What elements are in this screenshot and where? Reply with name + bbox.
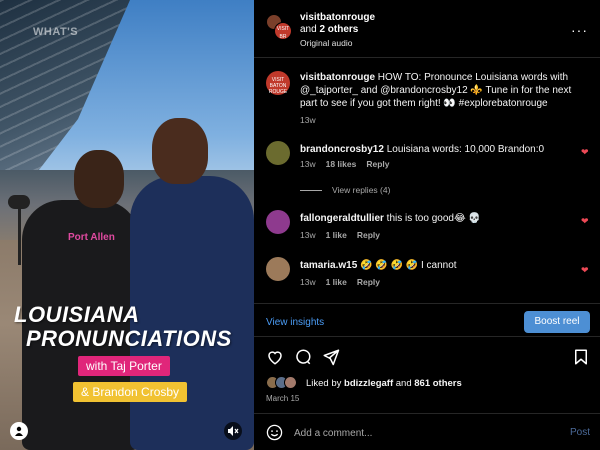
shirt-logo: Port Allen bbox=[68, 232, 115, 243]
caption-username[interactable]: visitbatonrouge bbox=[300, 72, 375, 83]
video-title: LOUISIANA PRONUNCIATIONS bbox=[14, 302, 232, 352]
comment-text: tamaria.w15 🤣 🤣 🤣 🤣 I cannot bbox=[300, 260, 570, 271]
post-button[interactable]: Post bbox=[570, 427, 590, 438]
original-audio-link[interactable]: Original audio bbox=[300, 38, 352, 48]
boost-reel-button[interactable]: Boost reel bbox=[524, 311, 590, 333]
avatar[interactable] bbox=[266, 141, 290, 165]
tagged-people-icon[interactable] bbox=[10, 422, 28, 440]
post-header: VISIT BR visitbatonrouge and 2 others Ori… bbox=[254, 0, 600, 58]
comment-username[interactable]: tamaria.w15 bbox=[300, 260, 357, 271]
avatar[interactable] bbox=[266, 210, 290, 234]
comment-time: 13w bbox=[300, 277, 316, 287]
collab-avatars[interactable]: VISIT BR bbox=[266, 14, 292, 40]
avatar[interactable] bbox=[266, 257, 290, 281]
mute-icon[interactable] bbox=[224, 422, 242, 440]
comment-heart-icon[interactable]: ❤ bbox=[581, 147, 590, 157]
reply-button[interactable]: Reply bbox=[357, 277, 380, 287]
reel-viewer: Port Allen WHAT'S LOUISIANA PRONUNCIATIO… bbox=[0, 0, 600, 450]
view-replies-button[interactable]: View replies (4) bbox=[300, 185, 390, 195]
comment-body: 🤣 🤣 🤣 🤣 I cannot bbox=[357, 260, 457, 271]
video-title-line2: PRONUNCIATIONS bbox=[26, 326, 232, 351]
person-taj bbox=[22, 150, 142, 450]
reply-button[interactable]: Reply bbox=[366, 159, 389, 169]
more-options-icon[interactable]: ··· bbox=[571, 22, 588, 38]
insights-bar: View insights Boost reel bbox=[254, 303, 600, 337]
comment-username[interactable]: brandoncrosby12 bbox=[300, 144, 384, 155]
video-watermark: WHAT'S bbox=[33, 26, 79, 38]
others-count: 2 others bbox=[319, 24, 359, 35]
comment-time: 13w bbox=[300, 159, 316, 169]
comment-input[interactable] bbox=[294, 424, 534, 442]
likes-middle: and bbox=[393, 378, 415, 389]
reply-button[interactable]: Reply bbox=[357, 230, 380, 240]
comment-likes[interactable]: 1 like bbox=[326, 277, 347, 287]
comment-time: 13w bbox=[300, 230, 316, 240]
post-actions bbox=[254, 340, 600, 372]
comment-meta: 13w 18 likes Reply bbox=[300, 159, 399, 169]
comment-likes[interactable]: 18 likes bbox=[326, 159, 357, 169]
save-icon[interactable] bbox=[572, 348, 590, 366]
like-icon[interactable] bbox=[266, 348, 284, 366]
comment-body: this is too good😂 💀 bbox=[383, 213, 481, 224]
caption-timestamp: 13w bbox=[300, 115, 316, 125]
post-sidebar: VISIT BR visitbatonrouge and 2 others Ori… bbox=[254, 0, 600, 450]
comment-text: fallongeraldtullier this is too good😂 💀 bbox=[300, 213, 570, 224]
comment-meta: 13w 1 like Reply bbox=[300, 277, 390, 287]
reel-video[interactable]: Port Allen WHAT'S LOUISIANA PRONUNCIATIO… bbox=[0, 0, 254, 450]
comment-likes[interactable]: 1 like bbox=[326, 230, 347, 240]
comment-heart-icon[interactable]: ❤ bbox=[581, 216, 590, 226]
header-username[interactable]: visitbatonrouge bbox=[300, 12, 375, 23]
post-caption: visitbatonrouge HOW TO: Pronounce Louisi… bbox=[300, 71, 590, 110]
comment-body: Louisiana words: 10,000 Brandon:0 bbox=[383, 144, 545, 155]
header-collaborators[interactable]: and 2 others bbox=[300, 24, 358, 35]
likes-others[interactable]: 861 others bbox=[414, 378, 462, 389]
add-comment-bar: Post bbox=[254, 413, 600, 450]
comment-meta: 13w 1 like Reply bbox=[300, 230, 390, 240]
comment-username[interactable]: fallongeraldtullier bbox=[300, 213, 384, 224]
video-title-line1: LOUISIANA bbox=[14, 302, 140, 327]
tag-taj-porter: with Taj Porter bbox=[78, 356, 170, 376]
likes-prefix: Liked by bbox=[306, 378, 345, 389]
likes-user[interactable]: bdizzlegaff bbox=[344, 378, 393, 389]
comment-heart-icon[interactable]: ❤ bbox=[581, 265, 590, 275]
post-date: March 15 bbox=[266, 394, 300, 403]
avatar: VISIT BR bbox=[274, 22, 292, 40]
view-insights-link[interactable]: View insights bbox=[266, 317, 324, 328]
comment-text: brandoncrosby12 Louisiana words: 10,000 … bbox=[300, 144, 570, 155]
tag-brandon-crosby: & Brandon Crosby bbox=[73, 382, 188, 402]
emoji-icon[interactable] bbox=[266, 424, 283, 441]
others-prefix: and bbox=[300, 24, 320, 35]
comments-section: VISIT BATON ROUGE visitbatonrouge HOW TO: … bbox=[254, 58, 600, 303]
avatar[interactable]: VISIT BATON ROUGE bbox=[266, 71, 290, 95]
likes-text[interactable]: Liked by bdizzlegaff and 861 others bbox=[306, 378, 462, 389]
comment-icon[interactable] bbox=[294, 348, 312, 366]
avatar bbox=[284, 376, 297, 389]
share-icon[interactable] bbox=[322, 348, 340, 366]
